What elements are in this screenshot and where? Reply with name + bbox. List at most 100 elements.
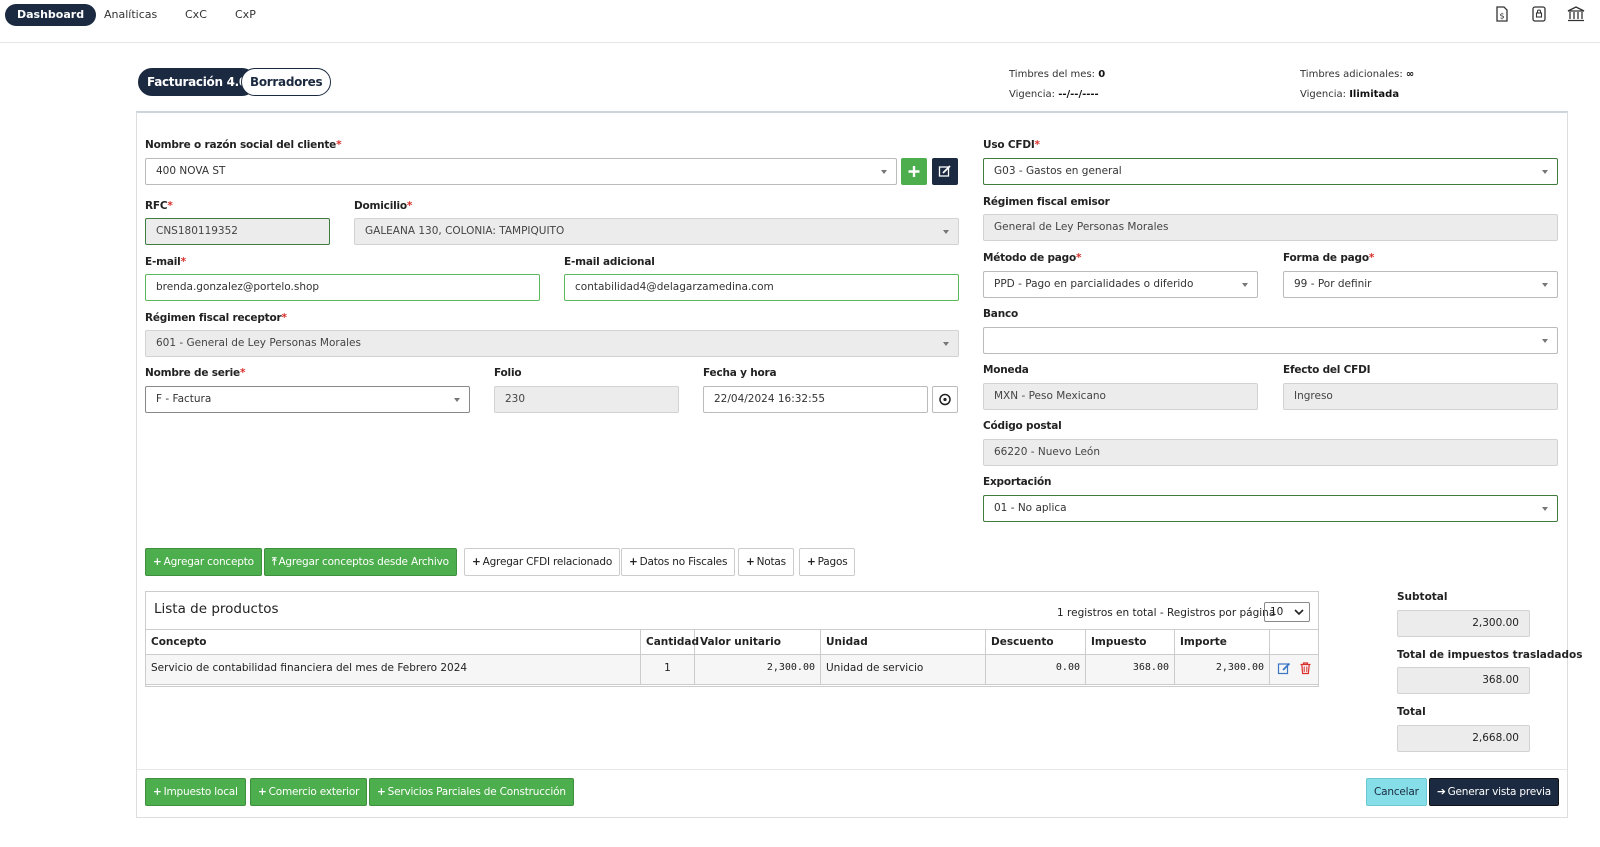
email-field[interactable]: brenda.gonzalez@portelo.shop [145, 274, 540, 301]
regimen-receptor-select[interactable]: 601 - General de Ley Personas Morales [145, 330, 959, 357]
svg-text:$: $ [1499, 12, 1504, 21]
chevron-down-icon [454, 398, 460, 402]
table-cell-valor: 2,300.00 [695, 655, 821, 685]
exportacion-select[interactable]: 01 - No aplica [983, 495, 1558, 522]
col-descuento: Descuento [986, 629, 1086, 655]
chevron-down-icon [1542, 283, 1548, 287]
rfc-field[interactable]: CNS180119352 [145, 218, 330, 245]
col-importe: Importe [1175, 629, 1270, 655]
generate-preview-button[interactable]: ➔ Generar vista previa [1429, 778, 1559, 806]
stamps-extra: Timbres adicionales: ∞ [1300, 69, 1415, 80]
plus-icon: + [629, 556, 638, 568]
stamps-month: Timbres del mes: 0 [1009, 69, 1106, 80]
email2-field[interactable]: contabilidad4@delagarzamedina.com [564, 274, 959, 301]
fecha-label: Fecha y hora [703, 367, 777, 379]
per-page-select[interactable]: 10 [1264, 602, 1310, 622]
subtotal-label: Subtotal [1397, 591, 1448, 603]
arrow-right-icon: ➔ [1437, 786, 1446, 798]
plus-icon: + [153, 786, 162, 798]
tab-borradores[interactable]: Borradores [241, 68, 332, 96]
add-from-file-button[interactable]: ⤒ Agregar conceptos desde Archivo [264, 548, 457, 576]
stamps-validity-unlimited: Vigencia: Ilimitada [1300, 89, 1400, 100]
taxes-label: Total de impuestos trasladados [1397, 649, 1583, 661]
banco-label: Banco [983, 308, 1019, 320]
banco-select[interactable] [983, 327, 1558, 354]
regimen-emisor-field[interactable]: General de Ley Personas Morales [983, 214, 1558, 241]
regimen-emisor-label: Régimen fiscal emisor [983, 196, 1110, 208]
clock-icon [939, 393, 951, 406]
domicilio-select[interactable]: GALEANA 130, COLONIA: TAMPIQUITO [354, 218, 959, 245]
products-title: Lista de productos [154, 601, 279, 617]
products-table: Lista de productos 1 registros en total … [145, 591, 1319, 687]
uso-select[interactable]: G03 - Gastos en general [983, 158, 1558, 185]
rfc-label: RFC* [145, 200, 173, 212]
nav-tab-dashboard[interactable]: Dashboard [5, 4, 97, 26]
clock-button[interactable] [932, 386, 958, 413]
total-label: Total [1397, 706, 1426, 718]
folio-field[interactable]: 230 [494, 386, 679, 413]
dollar-document-icon[interactable]: $ [1492, 4, 1512, 24]
tab-facturacion[interactable]: Facturación 4.0 [138, 68, 256, 96]
nav-tab-cxc[interactable]: CxC [173, 4, 219, 26]
cp-field[interactable]: 66220 - Nuevo León [983, 439, 1558, 466]
folio-label: Folio [494, 367, 522, 379]
plus-icon: + [746, 556, 755, 568]
upload-icon: ⤒ [272, 556, 277, 568]
plus-icon: + [377, 786, 386, 798]
nav-tab-analiticas[interactable]: Analíticas [92, 4, 169, 26]
non-fiscal-data-button[interactable]: + Datos no Fiscales [621, 548, 736, 576]
edit-client-button[interactable] [932, 158, 958, 185]
col-actions [1270, 629, 1318, 655]
fecha-field[interactable]: 22/04/2024 16:32:55 [703, 386, 928, 413]
client-select[interactable]: 400 NOVA ST [145, 158, 897, 185]
uso-label: Uso CFDI* [983, 139, 1040, 151]
plus-icon: + [472, 556, 481, 568]
add-cfdi-button[interactable]: + Agregar CFDI relacionado [464, 548, 621, 576]
serie-select[interactable]: F - Factura [145, 386, 470, 413]
col-concepto: Concepto [146, 629, 641, 655]
email2-label: E-mail adicional [564, 256, 655, 268]
efecto-field[interactable]: Ingreso [1283, 383, 1558, 410]
table-cell-cantidad: 1 [641, 655, 695, 685]
nav-tab-cxp[interactable]: CxP [223, 4, 268, 26]
col-unidad: Unidad [821, 629, 986, 655]
lock-icon[interactable] [1529, 4, 1549, 24]
serie-label: Nombre de serie* [145, 367, 246, 379]
cp-label: Código postal [983, 420, 1062, 432]
delete-row-icon[interactable] [1299, 661, 1312, 675]
top-navbar: Dashboard Analíticas CxC CxP $ [0, 0, 1600, 43]
table-cell-unidad: Unidad de servicio [821, 655, 986, 685]
chevron-down-icon [1542, 507, 1548, 511]
records-info: 1 registros en total - Registros por pág… [1057, 607, 1276, 619]
taxes-field: 368.00 [1397, 667, 1530, 694]
chevron-down-icon [1242, 283, 1248, 287]
bank-icon[interactable] [1566, 4, 1586, 24]
notes-button[interactable]: + Notas [738, 548, 794, 576]
plus-icon: + [153, 556, 162, 568]
payments-button[interactable]: + Pagos [799, 548, 856, 576]
add-client-button[interactable] [901, 158, 927, 185]
add-concept-button[interactable]: + Agregar concepto [145, 548, 262, 576]
domicilio-label: Domicilio* [354, 200, 413, 212]
edit-row-icon[interactable] [1277, 661, 1291, 675]
foreign-trade-button[interactable]: + Comercio exterior [250, 778, 368, 806]
client-label: Nombre o razón social del cliente* [145, 139, 342, 151]
table-cell-concepto: Servicio de contabilidad financiera del … [146, 655, 641, 685]
table-cell-actions [1270, 655, 1318, 685]
local-tax-button[interactable]: + Impuesto local [145, 778, 246, 806]
moneda-field[interactable]: MXN - Peso Mexicano [983, 383, 1258, 410]
moneda-label: Moneda [983, 364, 1029, 376]
table-cell-impuesto: 368.00 [1086, 655, 1175, 685]
col-impuesto: Impuesto [1086, 629, 1175, 655]
col-cantidad: Cantidad [641, 629, 699, 655]
plus-icon: + [258, 786, 267, 798]
subtotal-field: 2,300.00 [1397, 610, 1530, 637]
cancel-button[interactable]: Cancelar [1366, 778, 1427, 806]
forma-select[interactable]: 99 - Por definir [1283, 271, 1558, 298]
partial-construction-button[interactable]: + Servicios Parciales de Construcción [369, 778, 574, 806]
metodo-label: Método de pago* [983, 252, 1082, 264]
chevron-down-icon [1294, 609, 1304, 616]
total-field: 2,668.00 [1397, 725, 1530, 752]
regimen-receptor-label: Régimen fiscal receptor* [145, 312, 287, 324]
metodo-select[interactable]: PPD - Pago en parcialidades o diferido [983, 271, 1258, 298]
